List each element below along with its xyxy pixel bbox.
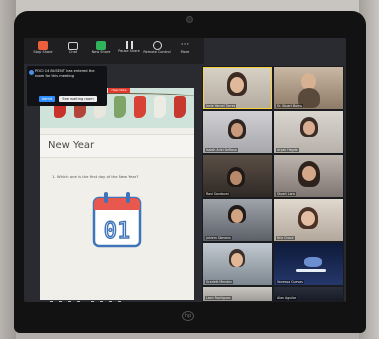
- new-share-icon: [96, 41, 106, 50]
- participant-tile[interactable]: Janie Yanzel Torres: [203, 67, 272, 109]
- stocking-icon: [134, 96, 146, 118]
- participant-gallery: Janie Yanzel Torres Sr. Stuart Burns Isa…: [202, 66, 344, 302]
- pause-icon: [125, 41, 133, 49]
- participant-name: Jahiem Stevens: [205, 236, 232, 240]
- participant-name: Stuart Lara: [276, 192, 296, 196]
- participant-tile[interactable]: Aryak Hegde: [274, 111, 343, 153]
- chat-button[interactable]: Chat: [58, 41, 88, 63]
- participant-name: Nila Grace: [276, 236, 295, 240]
- participant-tile[interactable]: Stuart Lara: [274, 155, 343, 197]
- participant-tile[interactable]: Jahiem Stevens: [203, 199, 272, 241]
- participant-name: Aryak Hegde: [276, 148, 299, 152]
- participant-name: Alan Aguilar: [276, 296, 298, 300]
- pause-share-label: Pause Share: [118, 49, 140, 53]
- participant-tile[interactable]: Leon Rodriguez: [203, 287, 272, 301]
- participant-name: Janie Yanzel Torres: [205, 104, 237, 108]
- participant-name: Scarlett Mendez: [205, 280, 233, 284]
- waiting-room-notification: POCI 14 BUSENT has entered the room for …: [27, 66, 107, 106]
- stocking-icon: [154, 96, 166, 118]
- participant-tile[interactable]: Alan Aguilar: [274, 287, 343, 301]
- admit-button[interactable]: Admit: [39, 96, 55, 102]
- laptop-screen: Stop Share Chat New Share Pause Share Re…: [24, 38, 346, 302]
- remote-control-button[interactable]: Remote Control: [142, 41, 172, 63]
- slide-title-bar: New Year: [40, 134, 194, 158]
- webcam: [186, 16, 193, 23]
- chat-icon: [68, 42, 78, 50]
- stop-share-label: Stop Share: [33, 50, 53, 54]
- stocking-icon: [114, 96, 126, 118]
- new-share-label: New Share: [91, 50, 111, 54]
- participant-name: Ravi Sandoval: [205, 192, 230, 196]
- slide-footer: [50, 288, 184, 302]
- pause-share-button[interactable]: Pause Share: [114, 41, 144, 63]
- hp-logo: hp: [182, 311, 194, 321]
- participant-tile[interactable]: Scarlett Mendez: [203, 243, 272, 285]
- calendar-day: 01: [104, 219, 131, 244]
- participant-name: Leon Rodriguez: [205, 296, 232, 300]
- participant-name: Isaiah Ariel DeRosa: [205, 148, 238, 152]
- more-label: More: [180, 50, 190, 54]
- new-share-button[interactable]: New Share: [86, 41, 116, 63]
- photo-scene: Stop Share Chat New Share Pause Share Re…: [0, 0, 379, 339]
- slide-question: 1. Which one is the first day of the New…: [52, 174, 139, 179]
- slide-title: New Year: [48, 140, 95, 151]
- remote-control-label: Remote Control: [143, 50, 171, 54]
- stop-share-button[interactable]: Stop Share: [28, 41, 58, 63]
- zoom-toolbar: Stop Share Chat New Share Pause Share Re…: [24, 38, 204, 64]
- shared-slide: Help Note New Year 1. Which one is the f…: [40, 88, 194, 302]
- stocking-icon: [174, 96, 186, 118]
- more-icon: ···: [180, 40, 190, 50]
- see-waiting-room-button[interactable]: See waiting room: [59, 96, 97, 102]
- participant-name: Vanessa Cuevas: [276, 280, 304, 284]
- remote-control-icon: [152, 41, 162, 50]
- slide-flag-label: Help Note: [108, 88, 130, 93]
- share-icon: [38, 41, 48, 50]
- participant-name: Sr. Stuart Burns: [276, 104, 304, 108]
- calendar-icon: 01: [92, 192, 142, 248]
- chat-label: Chat: [68, 50, 78, 54]
- participant-tile[interactable]: Ravi Sandoval: [203, 155, 272, 197]
- more-button[interactable]: ··· More: [170, 41, 200, 63]
- participant-tile[interactable]: Nila Grace: [274, 199, 343, 241]
- participant-tile[interactable]: Sr. Stuart Burns: [274, 67, 343, 109]
- participant-tile[interactable]: Vanessa Cuevas: [274, 243, 343, 285]
- participant-icon: [29, 70, 34, 75]
- notification-text: POCI 14 BUSENT has entered the room for …: [35, 69, 95, 78]
- participant-tile[interactable]: Isaiah Ariel DeRosa: [203, 111, 272, 153]
